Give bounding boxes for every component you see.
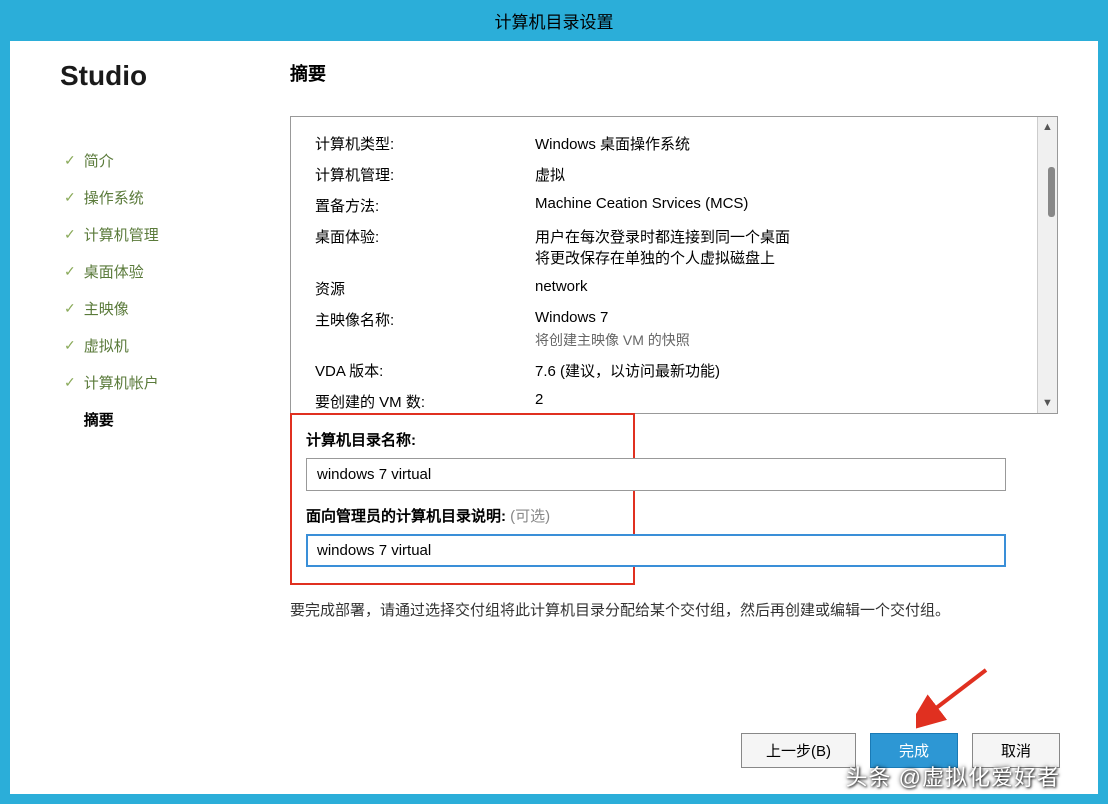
check-icon: ✓ [64,374,76,391]
cancel-button[interactable]: 取消 [972,733,1060,768]
check-icon: ✓ [64,337,76,354]
step-intro[interactable]: ✓简介 [60,142,270,179]
step-summary[interactable]: ✓摘要 [60,401,270,438]
summary-row-vda: VDA 版本: 7.6 (建议，以访问最新功能) [315,360,1033,381]
scroll-thumb[interactable] [1048,167,1055,217]
window-border: Studio ✓简介 ✓操作系统 ✓计算机管理 ✓桌面体验 ✓主映像 ✓虚拟机 … [0,0,1108,804]
summary-row-resource: 资源 network [315,278,1033,299]
highlighted-form: 计算机目录名称: 面向管理员的计算机目录说明: (可选) [290,413,635,585]
form-section: 计算机目录名称: 面向管理员的计算机目录说明: (可选) [290,413,1058,585]
scrollbar[interactable]: ▲ ▼ [1037,117,1057,413]
summary-row-master-image: 主映像名称: Windows 7 将创建主映像 VM 的快照 [315,309,1033,350]
summary-row-vm-count: 要创建的 VM 数: 2 [315,391,1033,412]
step-vm[interactable]: ✓虚拟机 [60,327,270,364]
section-heading: 摘要 [290,60,1058,86]
scroll-up-icon[interactable]: ▲ [1038,117,1057,137]
step-master-image[interactable]: ✓主映像 [60,290,270,327]
main-panel: 摘要 计算机类型: Windows 桌面操作系统 计算机管理: 虚拟 置备方法:… [290,60,1058,734]
catalog-name-label: 计算机目录名称: [306,429,619,450]
check-icon: ✓ [64,152,76,169]
back-button[interactable]: 上一步(B) [741,733,856,768]
button-row: 上一步(B) 完成 取消 [741,733,1060,768]
check-icon: ✓ [64,189,76,206]
step-os[interactable]: ✓操作系统 [60,179,270,216]
check-icon: ✓ [64,263,76,280]
step-machine-mgmt[interactable]: ✓计算机管理 [60,216,270,253]
summary-box: 计算机类型: Windows 桌面操作系统 计算机管理: 虚拟 置备方法: Ma… [290,116,1058,414]
completion-note: 要完成部署，请通过选择交付组将此计算机目录分配给某个交付组，然后再创建或编辑一个… [290,599,1058,623]
check-icon: ✓ [64,226,76,243]
catalog-name-input[interactable] [306,458,1006,491]
studio-logo: Studio [60,60,270,92]
step-desktop-exp[interactable]: ✓桌面体验 [60,253,270,290]
scroll-down-icon[interactable]: ▼ [1038,393,1057,413]
sidebar: Studio ✓简介 ✓操作系统 ✓计算机管理 ✓桌面体验 ✓主映像 ✓虚拟机 … [60,60,290,734]
content-area: Studio ✓简介 ✓操作系统 ✓计算机管理 ✓桌面体验 ✓主映像 ✓虚拟机 … [10,0,1098,754]
wizard-steps: ✓简介 ✓操作系统 ✓计算机管理 ✓桌面体验 ✓主映像 ✓虚拟机 ✓计算机帐户 … [60,142,270,438]
finish-button[interactable]: 完成 [870,733,958,768]
step-accounts[interactable]: ✓计算机帐户 [60,364,270,401]
check-icon: ✓ [64,300,76,317]
description-label: 面向管理员的计算机目录说明: (可选) [306,505,619,526]
description-input[interactable] [306,534,1006,567]
summary-row-machine-mgmt: 计算机管理: 虚拟 [315,164,1033,185]
summary-row-provision: 置备方法: Machine Ceation Srvices (MCS) [315,195,1033,216]
summary-content: 计算机类型: Windows 桌面操作系统 计算机管理: 虚拟 置备方法: Ma… [291,117,1057,413]
summary-row-machine-type: 计算机类型: Windows 桌面操作系统 [315,133,1033,154]
summary-row-desktop-exp: 桌面体验: 用户在每次登录时都连接到同一个桌面 将更改保存在单独的个人虚拟磁盘上 [315,226,1033,268]
